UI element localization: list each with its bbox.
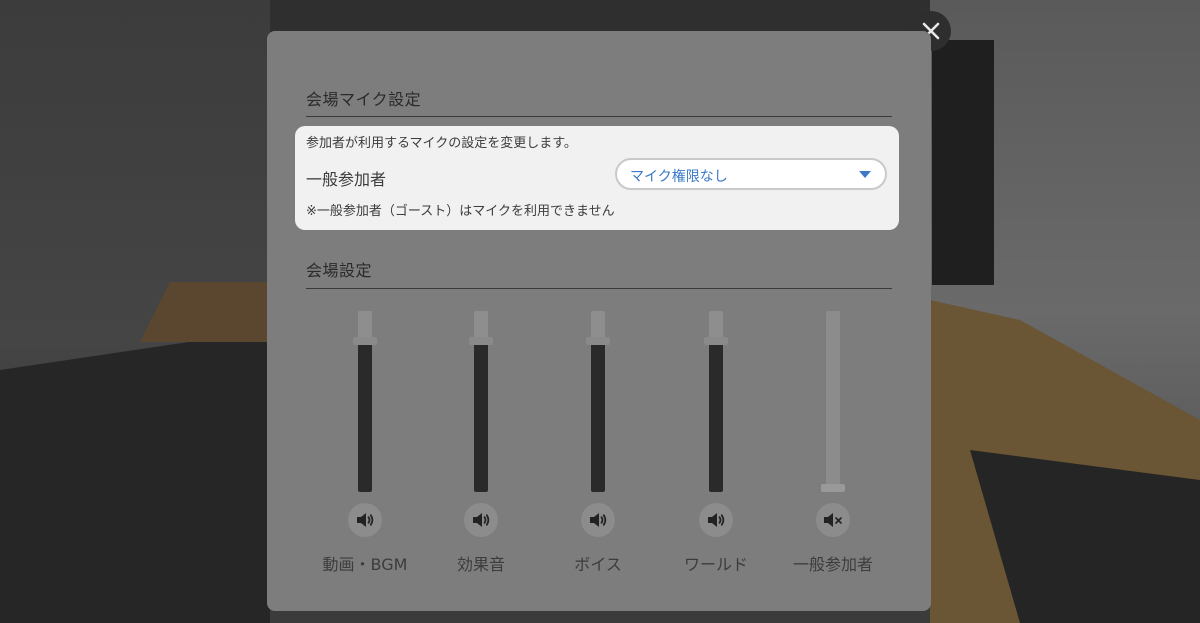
mic-settings-card: 参加者が利用するマイクの設定を変更します。 一般参加者 マイク権限なし ※一般参… (295, 126, 899, 230)
volume-slider-world[interactable] (704, 311, 728, 492)
mic-section-divider (306, 116, 892, 117)
mic-permission-value: マイク権限なし (630, 169, 728, 185)
volume-slider-thumb[interactable] (469, 337, 493, 345)
background-top-strip (270, 0, 930, 32)
volume-slider-thumb[interactable] (586, 337, 610, 345)
volume-slider-thumb[interactable] (353, 337, 377, 345)
speaker-toggle-voice[interactable] (581, 503, 615, 537)
volume-slider-fill (474, 345, 488, 492)
channel-label-voice: ボイス (574, 555, 622, 574)
speaker-icon (590, 513, 607, 527)
speaker-toggle-world[interactable] (699, 503, 733, 537)
mic-note: ※一般参加者（ゴースト）はマイクを利用できません (306, 204, 615, 219)
mic-description: 参加者が利用するマイクの設定を変更します。 (306, 136, 577, 151)
volume-slider-fill (358, 345, 372, 492)
speaker-icon (708, 513, 725, 527)
channel-label-world: ワールド (683, 555, 748, 574)
settings-modal: 会場マイク設定 参加者が利用するマイクの設定を変更します。 一般参加者 マイク権… (267, 31, 931, 611)
venue-scene-background: 会場マイク設定 参加者が利用するマイクの設定を変更します。 一般参加者 マイク権… (0, 0, 1200, 623)
volume-slider-fill (709, 345, 723, 492)
speaker-icon (357, 513, 374, 527)
channel-label-sfx: 効果音 (456, 555, 505, 574)
volume-slider-fill (591, 345, 605, 492)
channel-label-general-participants: 一般参加者 (792, 555, 873, 574)
general-participant-label: 一般参加者 (306, 170, 387, 189)
volume-slider-voice[interactable] (586, 311, 610, 492)
mic-section-title: 会場マイク設定 (306, 90, 422, 109)
volume-slider-sfx[interactable] (469, 311, 493, 492)
volume-slider-video-bgm[interactable] (353, 311, 377, 492)
volume-slider-general-participants[interactable] (821, 311, 845, 492)
speaker-toggle-video-bgm[interactable] (348, 503, 382, 537)
background-floor-left (0, 330, 270, 623)
background-panel-right (932, 40, 994, 285)
channel-label-video-bgm: 動画・BGM (322, 555, 408, 574)
volume-slider-thumb[interactable] (704, 337, 728, 345)
speaker-muted-icon (824, 513, 842, 527)
venue-section-divider (306, 288, 892, 289)
speaker-toggle-sfx[interactable] (464, 503, 498, 537)
mic-permission-select[interactable]: マイク権限なし (615, 158, 887, 190)
background-bottom-strip (270, 610, 930, 623)
speaker-icon (473, 513, 490, 527)
speaker-toggle-general-participants[interactable] (816, 503, 850, 537)
chevron-down-icon (859, 171, 871, 178)
volume-slider-thumb[interactable] (821, 484, 845, 492)
venue-section-title: 会場設定 (306, 261, 373, 280)
